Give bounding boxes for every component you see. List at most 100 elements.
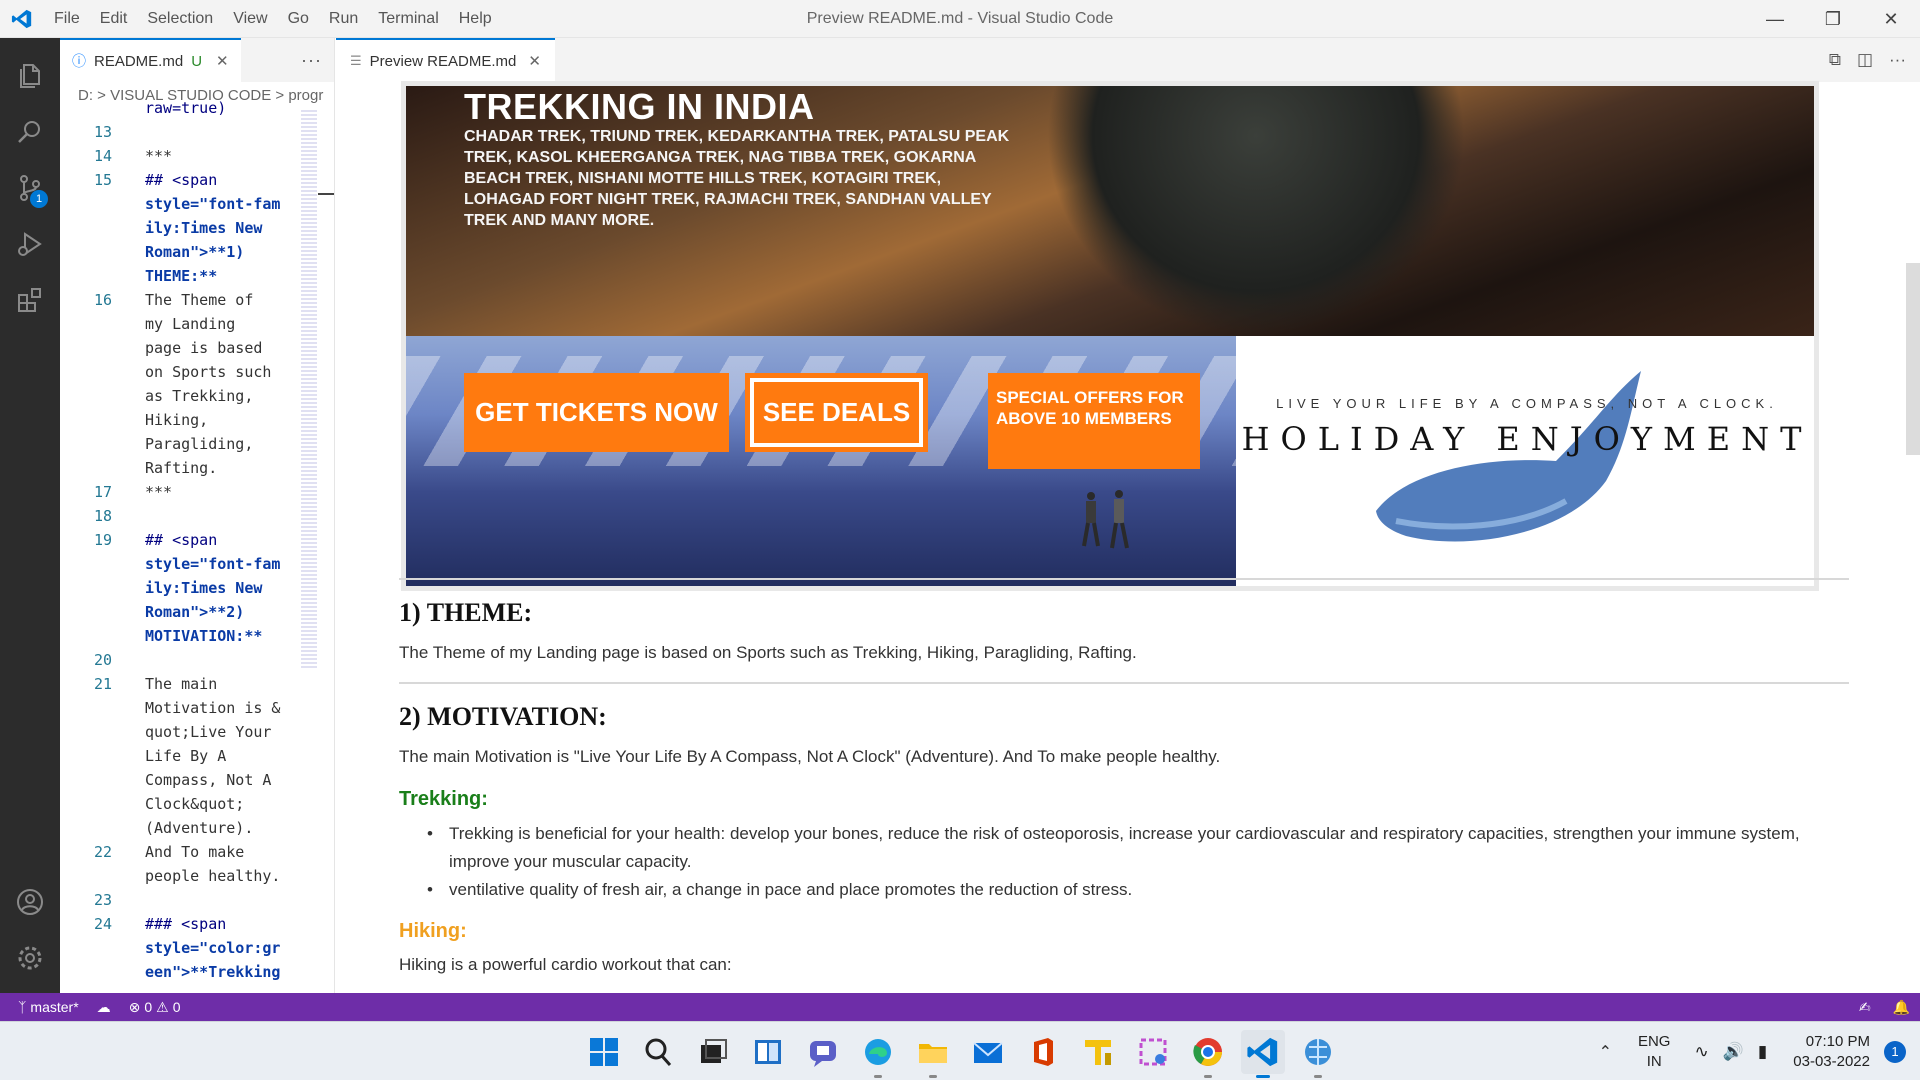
office-icon[interactable] [1021, 1030, 1065, 1074]
menu-run[interactable]: Run [319, 0, 368, 38]
code-line[interactable]: 14 *** [60, 144, 172, 168]
wifi-icon[interactable]: ∿ [1694, 1042, 1708, 1062]
search-icon[interactable] [0, 104, 60, 160]
close-window-button[interactable]: ✕ [1862, 0, 1920, 38]
code-line[interactable]: as Trekking, [60, 384, 253, 408]
branch-indicator[interactable]: ᛉ master* [18, 999, 79, 1015]
code-line[interactable]: people healthy. [60, 864, 280, 888]
clock[interactable]: 07:10 PM 03-03-2022 [1793, 1032, 1870, 1072]
preview-scrollbar[interactable] [1906, 263, 1920, 455]
code-line[interactable]: 13 [60, 120, 112, 144]
code-line[interactable]: (Adventure). [60, 816, 253, 840]
explorer-icon[interactable] [0, 48, 60, 104]
menu-terminal[interactable]: Terminal [368, 0, 448, 38]
code-line[interactable]: 16 The Theme of [60, 288, 253, 312]
code-line[interactable]: Life By A [60, 744, 226, 768]
settings-gear-icon[interactable] [0, 930, 60, 986]
file-explorer-icon[interactable] [911, 1030, 955, 1078]
menu-selection[interactable]: Selection [137, 0, 223, 38]
code-line[interactable]: MOTIVATION:** [60, 624, 262, 648]
code-line[interactable]: ily:Times New [60, 216, 262, 240]
code-line[interactable]: style="font-fam [60, 552, 280, 576]
code-line[interactable]: 18 [60, 504, 112, 528]
mail-icon[interactable] [966, 1030, 1010, 1074]
volume-icon[interactable]: 🔊 [1723, 1042, 1744, 1062]
edge-browser-icon[interactable] [856, 1030, 900, 1078]
feedback-icon[interactable]: ✍ [1859, 993, 1871, 1021]
language-indicator[interactable]: ENG IN [1638, 1032, 1671, 1072]
code-line[interactable]: Rafting. [60, 456, 217, 480]
close-tab-icon[interactable]: ✕ [216, 52, 229, 70]
split-editor-icon[interactable]: ◫ [1857, 38, 1873, 82]
code-line[interactable]: 19 ## <span [60, 528, 217, 552]
notification-badge[interactable]: 1 [1884, 1040, 1906, 1063]
menu-file[interactable]: File [44, 0, 90, 38]
code-line[interactable]: Roman">**2) [60, 600, 244, 624]
divider [399, 682, 1849, 684]
theme-heading: 1) THEME: [399, 598, 533, 627]
minimize-button[interactable]: — [1746, 0, 1804, 38]
menu-help[interactable]: Help [449, 0, 502, 38]
menu-view[interactable]: View [223, 0, 277, 38]
teams-chat-icon[interactable] [801, 1030, 845, 1074]
code-line[interactable]: 17 *** [60, 480, 172, 504]
snipping-tool-icon[interactable] [1131, 1030, 1175, 1074]
code-line[interactable]: page is based [60, 336, 262, 360]
restore-button[interactable]: ❐ [1804, 0, 1862, 38]
line-number: 17 [93, 483, 112, 501]
line-number [60, 576, 112, 600]
code-line[interactable]: on Sports such [60, 360, 271, 384]
code-line[interactable]: 24 ### <span [60, 912, 226, 936]
code-line[interactable]: quot;Live Your [60, 720, 271, 744]
tab-preview-readme[interactable]: ☰ Preview README.md ✕ [336, 38, 555, 82]
source-control-icon[interactable]: 1 [0, 160, 60, 216]
accounts-icon[interactable] [0, 874, 60, 930]
code-line[interactable]: 21 The main [60, 672, 217, 696]
running-indicator [1204, 1075, 1212, 1078]
sticky-tool-icon[interactable] [1076, 1030, 1120, 1074]
code-line[interactable]: Clock&quot; [60, 792, 244, 816]
open-source-icon[interactable]: ⧉ [1829, 38, 1841, 82]
line-number [60, 432, 112, 456]
code-line[interactable]: style="color:gr [60, 936, 280, 960]
code-line[interactable]: 15 ## <span [60, 168, 217, 192]
chevron-up-icon[interactable]: ⌃ [1599, 1042, 1612, 1062]
notifications-bell-icon[interactable]: 🔔 [1893, 993, 1910, 1021]
minimap[interactable] [301, 110, 317, 670]
extensions-icon[interactable] [0, 272, 60, 328]
code-line[interactable]: 20 [60, 648, 112, 672]
task-view-icon[interactable] [691, 1030, 735, 1074]
sync-indicator[interactable]: ☁ [97, 999, 111, 1016]
code-line[interactable]: my Landing [60, 312, 235, 336]
code-line[interactable]: Roman">**1) [60, 240, 244, 264]
code-line[interactable]: een">**Trekking [60, 960, 280, 984]
code-line[interactable]: 22 And To make [60, 840, 244, 864]
code-line[interactable]: Compass, Not A [60, 768, 271, 792]
more-actions-icon[interactable]: ··· [301, 38, 322, 82]
code-line[interactable]: style="font-fam [60, 192, 280, 216]
tab-readme[interactable]: ⓘ README.md U ✕ [60, 38, 241, 82]
code-line[interactable]: 23 [60, 888, 112, 912]
code-line[interactable]: raw=true) [60, 96, 226, 120]
battery-icon[interactable]: ▮ [1758, 1042, 1767, 1062]
menu-edit[interactable]: Edit [90, 0, 138, 38]
code-line[interactable]: Paragliding, [60, 432, 253, 456]
line-number [60, 792, 112, 816]
code-line[interactable]: THEME:** [60, 264, 217, 288]
preview-more-icon[interactable]: ··· [1889, 38, 1906, 82]
close-preview-tab-icon[interactable]: ✕ [528, 52, 541, 70]
widgets-icon[interactable] [746, 1030, 790, 1074]
menu-go[interactable]: Go [278, 0, 319, 38]
trekking-benefits-list: Trekking is beneficial for your health: … [399, 820, 1849, 904]
system-tray: ⌃ ENG IN ∿ 🔊 ▮ 07:10 PM 03-03-2022 1 [1599, 1022, 1920, 1080]
problems-indicator[interactable]: ⊗ 0 ⚠ 0 [129, 999, 181, 1016]
chrome-browser-icon[interactable] [1186, 1030, 1230, 1078]
taskbar-search-icon[interactable] [636, 1030, 680, 1074]
start-button[interactable] [582, 1030, 626, 1074]
code-line[interactable]: Hiking, [60, 408, 208, 432]
network-app-icon[interactable] [1296, 1030, 1340, 1078]
code-line[interactable]: ily:Times New [60, 576, 262, 600]
vscode-taskbar-icon[interactable] [1241, 1030, 1285, 1078]
code-line[interactable]: Motivation is & [60, 696, 280, 720]
run-debug-icon[interactable] [0, 216, 60, 272]
